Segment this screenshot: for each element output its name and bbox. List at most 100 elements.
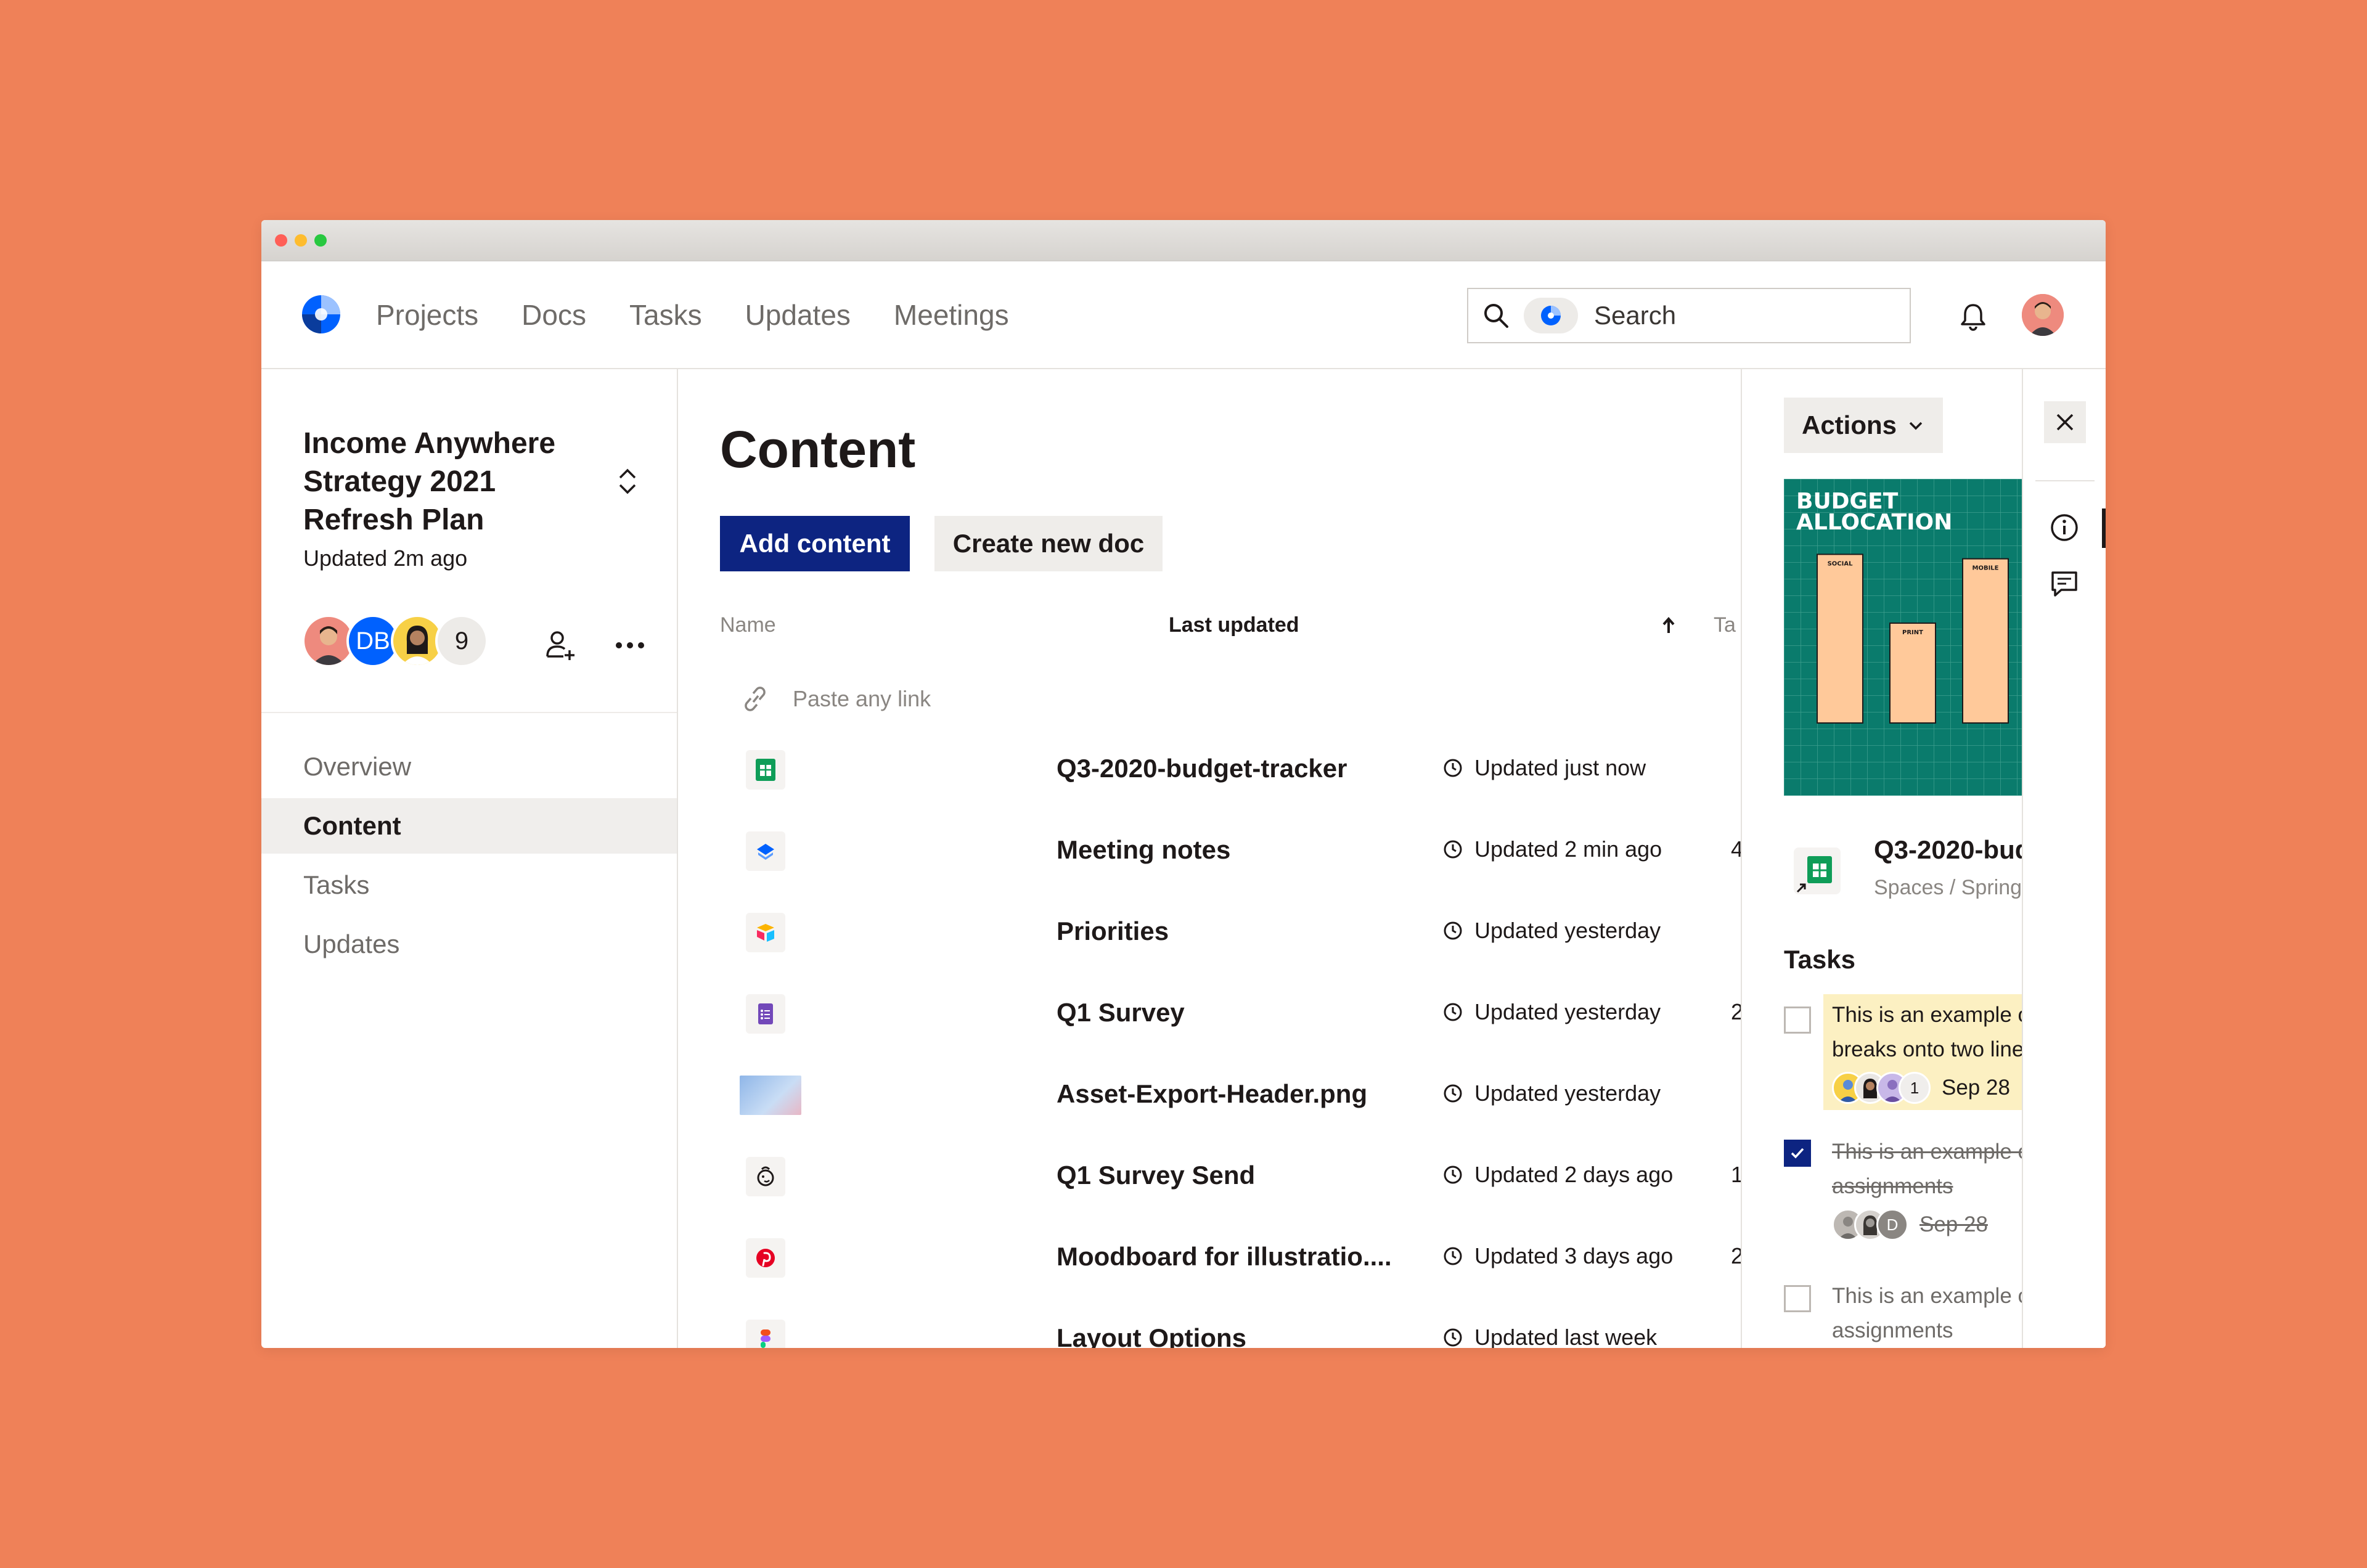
last-updated: Updated yesterday xyxy=(1442,1080,1661,1106)
nav-updates[interactable]: Updates xyxy=(745,298,851,332)
last-updated: Updated 2 min ago xyxy=(1442,836,1662,862)
preview-bar-label: MOBILE xyxy=(1973,565,1999,572)
clock-icon xyxy=(1444,759,1462,777)
minimize-window-button[interactable] xyxy=(295,234,307,247)
notifications-bell-icon[interactable] xyxy=(1958,301,1989,332)
file-name[interactable]: Layout Options xyxy=(1057,1323,1246,1348)
file-name[interactable]: Priorities xyxy=(1057,917,1169,946)
mailchimp-icon xyxy=(746,1157,785,1196)
file-name[interactable]: Q1 Survey Send xyxy=(1057,1161,1255,1190)
task-due-date: Sep 28 xyxy=(1919,1212,1988,1236)
clock-icon xyxy=(1444,1003,1462,1021)
file-name[interactable]: Q3-2020-budget-tracker xyxy=(1057,754,1347,783)
member-count-badge[interactable]: 9 xyxy=(435,615,488,668)
create-new-doc-button[interactable]: Create new doc xyxy=(934,516,1163,571)
column-header-last-updated[interactable]: Last updated xyxy=(1169,613,1299,637)
sidebar-item-updates[interactable]: Updates xyxy=(261,917,677,972)
comments-icon[interactable] xyxy=(2049,568,2080,598)
search-icon xyxy=(1484,304,1508,328)
nav-meetings[interactable]: Meetings xyxy=(894,298,1009,332)
sidebar-divider xyxy=(261,712,677,713)
checkmark-icon xyxy=(1791,1148,1804,1159)
task-checkbox-checked[interactable] xyxy=(1784,1140,1811,1167)
table-row[interactable]: Priorities Updated yesterday xyxy=(678,892,1741,973)
table-row[interactable]: Layout Options Updated last week xyxy=(678,1299,1741,1348)
close-panel-button[interactable] xyxy=(2044,401,2086,443)
tasks-heading: Tasks xyxy=(1784,945,1855,974)
app-logo-icon[interactable] xyxy=(301,294,341,335)
close-window-button[interactable] xyxy=(275,234,287,247)
actions-label: Actions xyxy=(1801,410,1897,439)
project-updated-time: Updated 2m ago xyxy=(303,545,468,571)
actions-dropdown-button[interactable]: Actions xyxy=(1784,398,1943,453)
user-avatar[interactable] xyxy=(2022,294,2064,336)
nav-docs[interactable]: Docs xyxy=(521,298,586,332)
column-header-tasks[interactable]: Ta xyxy=(1714,613,1736,637)
task-due-date: Sep 28 xyxy=(1942,1076,2010,1100)
right-rail xyxy=(2022,369,2106,1348)
sidebar-item-tasks[interactable]: Tasks xyxy=(261,857,677,913)
preview-bar-label: SOCIAL xyxy=(1828,560,1854,567)
search-box[interactable] xyxy=(1467,288,1911,343)
file-name[interactable]: Moodboard for illustratio.... xyxy=(1057,1242,1392,1272)
content-panel: Content Add content Create new doc Name … xyxy=(678,369,1741,1348)
preview-bar xyxy=(1889,623,1936,724)
file-name[interactable]: Meeting notes xyxy=(1057,835,1230,865)
file-name[interactable]: Asset-Export-Header.png xyxy=(1057,1079,1367,1109)
last-updated: Updated yesterday xyxy=(1442,918,1661,944)
pinterest-icon xyxy=(746,1238,785,1278)
paste-link-row[interactable]: Paste any link xyxy=(740,677,931,721)
task-checkbox[interactable] xyxy=(1784,1285,1811,1312)
member-avatars[interactable]: DB 9 xyxy=(302,615,488,670)
last-updated-text: Updated yesterday xyxy=(1474,999,1661,1024)
sidebar-item-content[interactable]: Content xyxy=(261,798,677,854)
last-updated-text: Updated yesterday xyxy=(1474,1080,1661,1106)
preview-bar xyxy=(1962,558,2009,724)
file-name[interactable]: Q1 Survey xyxy=(1057,998,1185,1027)
table-row[interactable]: Moodboard for illustratio.... Updated 3 … xyxy=(678,1217,1741,1299)
top-nav: Projects Docs Tasks Updates Meetings xyxy=(261,261,2106,369)
sidebar-item-overview[interactable]: Overview xyxy=(261,739,677,794)
clock-icon xyxy=(1444,1084,1462,1103)
clock-icon xyxy=(1444,840,1462,859)
clock-icon xyxy=(1444,1328,1462,1347)
preview-bar xyxy=(1817,553,1863,724)
table-row[interactable]: Q3-2020-budget-tracker Updated just now xyxy=(678,729,1741,811)
clock-icon xyxy=(1444,921,1462,940)
rail-divider xyxy=(2035,480,2095,481)
chevron-down-icon xyxy=(1909,422,1923,430)
table-row[interactable]: Meeting notes Updated 2 min ago 4 xyxy=(678,811,1741,892)
add-content-button[interactable]: Add content xyxy=(720,516,910,571)
project-switcher-chevrons-icon[interactable] xyxy=(615,464,640,499)
task-checkbox[interactable] xyxy=(1784,1007,1811,1034)
sort-ascending-icon[interactable] xyxy=(1659,615,1678,637)
info-icon[interactable] xyxy=(2049,512,2080,543)
project-title: Income Anywhere Strategy 2021 Refresh Pl… xyxy=(303,427,556,536)
table-row[interactable]: Q1 Survey Updated yesterday 2 xyxy=(678,973,1741,1055)
table-row[interactable]: Asset-Export-Header.png Updated yesterda… xyxy=(678,1055,1741,1136)
nav-projects[interactable]: Projects xyxy=(376,298,478,332)
more-options-icon[interactable] xyxy=(613,634,647,656)
maximize-window-button[interactable] xyxy=(314,234,327,247)
table-row[interactable]: Q1 Survey Send Updated 2 days ago 1 xyxy=(678,1136,1741,1217)
clock-icon xyxy=(1444,1247,1462,1265)
last-updated: Updated last week xyxy=(1442,1325,1657,1348)
search-input[interactable] xyxy=(1593,300,1891,331)
nav-tasks[interactable]: Tasks xyxy=(629,298,702,332)
link-icon xyxy=(745,687,766,711)
task-count: 1 xyxy=(1731,1162,1741,1187)
add-member-icon[interactable] xyxy=(544,628,578,663)
window-titlebar xyxy=(261,220,2106,261)
nav-links: Projects Docs Tasks Updates Meetings xyxy=(376,261,1052,369)
column-header-name[interactable]: Name xyxy=(720,613,776,637)
active-tab-indicator xyxy=(2102,508,2106,548)
preview-bar-label: PRINT xyxy=(1902,629,1923,636)
figma-icon xyxy=(746,1320,785,1348)
clock-icon xyxy=(1444,1166,1462,1184)
last-updated-text: Updated last week xyxy=(1474,1325,1658,1348)
search-scope-toggle[interactable] xyxy=(1524,298,1578,333)
document-shortcut-icon xyxy=(1794,847,1841,894)
task-count: 2 xyxy=(1731,1243,1741,1268)
last-updated-text: Updated 2 min ago xyxy=(1474,836,1662,862)
assignee-extra-initial: D xyxy=(1876,1209,1908,1241)
